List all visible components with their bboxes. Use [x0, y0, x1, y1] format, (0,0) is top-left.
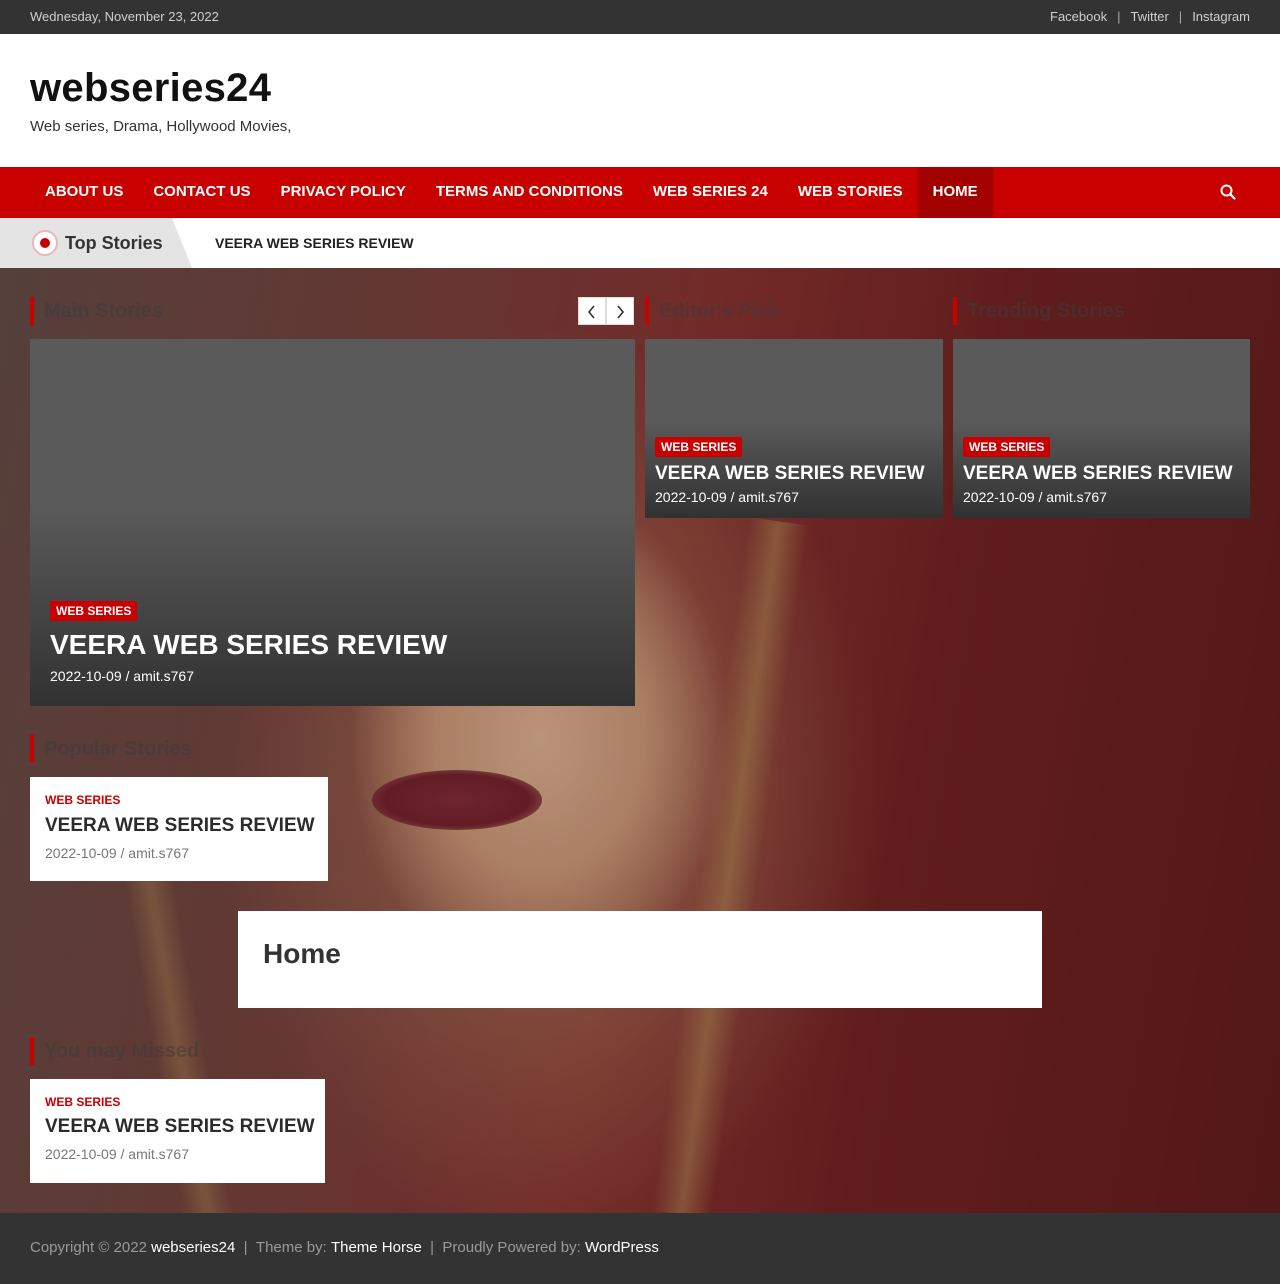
- story-meta: 2022-10-09 / amit.s767: [655, 489, 799, 505]
- story-meta: 2022-10-09 / amit.s767: [963, 489, 1107, 505]
- social-links: Facebook | Twitter | Instagram: [1050, 9, 1250, 24]
- ticker-headline[interactable]: VEERA WEB SERIES REVIEW: [215, 235, 414, 251]
- main-navigation: ABOUT US CONTACT US PRIVACY POLICY TERMS…: [0, 167, 1280, 218]
- facebook-link[interactable]: Facebook: [1050, 9, 1107, 24]
- nav-item-home[interactable]: HOME: [917, 167, 993, 218]
- ticker-label: Top Stories: [65, 233, 163, 253]
- editors-pick-card[interactable]: WEB SERIES VEERA WEB SERIES REVIEW 2022-…: [645, 339, 943, 518]
- section-heading-editors-pick: Editor's Pick: [645, 297, 779, 325]
- nav-item-web-stories[interactable]: WEB STORIES: [783, 167, 918, 218]
- nav-item-about-us[interactable]: ABOUT US: [30, 167, 138, 218]
- main-content: Main Stories Editor's Pick Trending Stor…: [0, 268, 1280, 1213]
- site-description: Web series, Drama, Hollywood Movies,: [30, 118, 292, 135]
- page-title-box: Home: [238, 911, 1042, 1008]
- instagram-link[interactable]: Instagram: [1192, 9, 1250, 24]
- page-title: Home: [263, 938, 341, 969]
- category-link[interactable]: WEB SERIES: [45, 793, 120, 807]
- main-story-card[interactable]: WEB SERIES VEERA WEB SERIES REVIEW 2022-…: [30, 339, 635, 706]
- section-heading-you-may-missed: You may Missed: [30, 1037, 199, 1065]
- story-meta: 2022-10-09 / amit.s767: [45, 845, 189, 861]
- story-meta: 2022-10-09 / amit.s767: [45, 1146, 189, 1162]
- story-title[interactable]: VEERA WEB SERIES REVIEW: [50, 629, 447, 661]
- live-dot-icon: [32, 230, 58, 256]
- missed-story-card[interactable]: WEB SERIES VEERA WEB SERIES REVIEW 2022-…: [30, 1079, 325, 1183]
- story-meta: 2022-10-09 / amit.s767: [50, 668, 194, 684]
- category-badge[interactable]: WEB SERIES: [655, 437, 743, 457]
- powered-by-text: Proudly Powered by:: [442, 1239, 585, 1256]
- story-title[interactable]: VEERA WEB SERIES REVIEW: [45, 1116, 315, 1138]
- trending-card[interactable]: WEB SERIES VEERA WEB SERIES REVIEW 2022-…: [953, 339, 1250, 518]
- wordpress-link[interactable]: WordPress: [585, 1239, 659, 1256]
- story-title[interactable]: VEERA WEB SERIES REVIEW: [45, 815, 315, 837]
- popular-story-card[interactable]: WEB SERIES VEERA WEB SERIES REVIEW 2022-…: [30, 777, 328, 881]
- copyright-text: Copyright © 2022: [30, 1239, 152, 1256]
- nav-item-web-series-24[interactable]: WEB SERIES 24: [638, 167, 783, 218]
- section-heading-trending: Trending Stories: [953, 297, 1125, 325]
- twitter-link[interactable]: Twitter: [1131, 9, 1169, 24]
- nav-item-terms[interactable]: TERMS AND CONDITIONS: [421, 167, 638, 218]
- section-heading-popular: Popular Stories: [30, 735, 192, 763]
- section-heading-main-stories: Main Stories: [30, 297, 163, 325]
- site-title[interactable]: webseries24: [30, 66, 271, 111]
- category-link[interactable]: WEB SERIES: [45, 1095, 120, 1109]
- divider: |: [235, 1239, 256, 1256]
- theme-by-text: Theme by:: [255, 1239, 331, 1256]
- nav-item-privacy-policy[interactable]: PRIVACY POLICY: [266, 167, 421, 218]
- slider-prev-button[interactable]: [578, 297, 606, 325]
- current-date: Wednesday, November 23, 2022: [30, 9, 219, 24]
- site-header: webseries24 Web series, Drama, Hollywood…: [0, 34, 1280, 167]
- story-title[interactable]: VEERA WEB SERIES REVIEW: [963, 463, 1233, 485]
- divider: |: [1117, 9, 1121, 24]
- nav-item-contact-us[interactable]: CONTACT US: [138, 167, 265, 218]
- divider: |: [1178, 9, 1183, 24]
- top-bar: Wednesday, November 23, 2022 Facebook | …: [0, 0, 1280, 34]
- search-icon[interactable]: [1220, 184, 1236, 200]
- site-footer: Copyright © 2022 webseries24 | Theme by:…: [0, 1213, 1280, 1284]
- chevron-left-icon: [587, 305, 595, 319]
- divider: |: [421, 1239, 443, 1256]
- chevron-right-icon: [617, 305, 625, 319]
- slider-next-button[interactable]: [606, 297, 634, 325]
- story-title[interactable]: VEERA WEB SERIES REVIEW: [655, 463, 925, 485]
- top-stories-ticker: Top Stories VEERA WEB SERIES REVIEW: [0, 218, 1280, 268]
- theme-horse-link[interactable]: Theme Horse: [331, 1239, 422, 1256]
- category-badge[interactable]: WEB SERIES: [963, 437, 1051, 457]
- footer-site-link[interactable]: webseries24: [151, 1239, 235, 1256]
- category-badge[interactable]: WEB SERIES: [50, 601, 138, 621]
